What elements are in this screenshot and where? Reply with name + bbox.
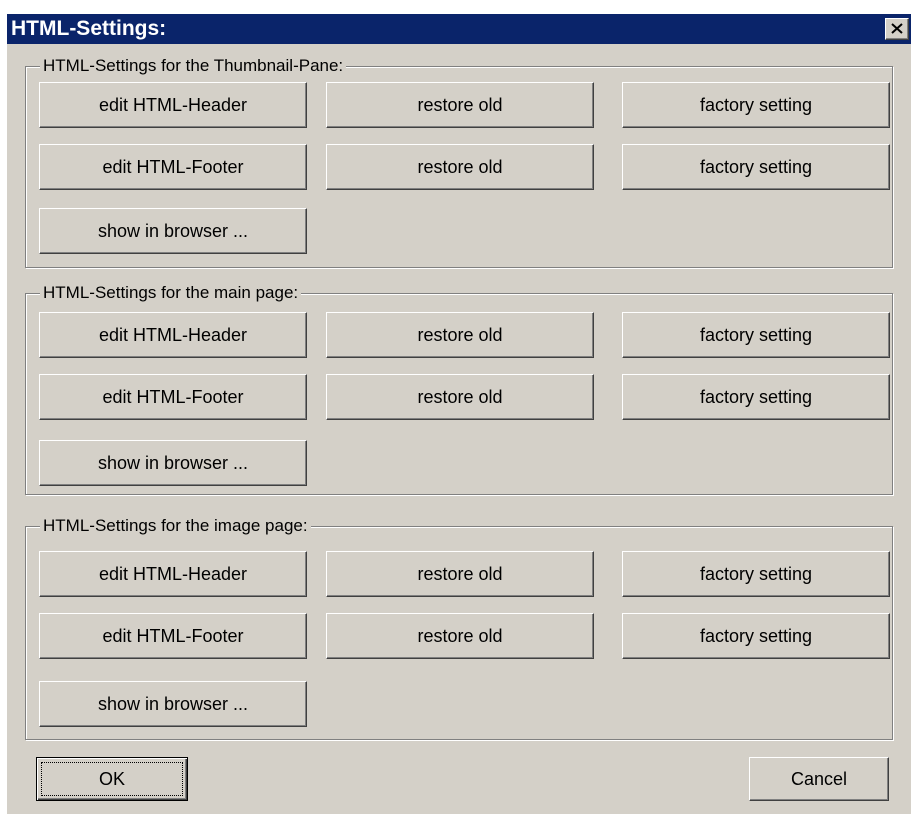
factory-footer-button[interactable]: factory setting: [622, 613, 890, 659]
show-in-browser-button[interactable]: show in browser ...: [39, 681, 307, 727]
group-thumbnail-pane: HTML-Settings for the Thumbnail-Pane: ed…: [25, 56, 893, 268]
button-label: restore old: [417, 563, 503, 584]
ok-button[interactable]: OK: [36, 757, 188, 801]
factory-header-button[interactable]: factory setting: [622, 312, 890, 358]
html-settings-dialog: HTML-Settings: HTML-Settings for the Thu…: [7, 14, 911, 814]
edit-header-button[interactable]: edit HTML-Header: [39, 312, 307, 358]
restore-footer-button[interactable]: restore old: [326, 613, 594, 659]
show-in-browser-button[interactable]: show in browser ...: [39, 440, 307, 486]
group-main-page: HTML-Settings for the main page: edit HT…: [25, 283, 893, 495]
button-label: edit HTML-Header: [98, 324, 248, 345]
restore-footer-button[interactable]: restore old: [326, 144, 594, 190]
button-label: restore old: [417, 156, 503, 177]
group-legend: HTML-Settings for the main page:: [40, 283, 302, 303]
button-label: factory setting: [699, 156, 813, 177]
button-label: show in browser ...: [97, 693, 249, 714]
group-image-page: HTML-Settings for the image page: edit H…: [25, 516, 893, 740]
edit-footer-button[interactable]: edit HTML-Footer: [39, 613, 307, 659]
close-button[interactable]: [885, 18, 909, 40]
button-label: edit HTML-Footer: [102, 625, 244, 646]
button-label: show in browser ...: [97, 452, 249, 473]
button-label: factory setting: [699, 563, 813, 584]
button-label: edit HTML-Footer: [102, 156, 244, 177]
restore-header-button[interactable]: restore old: [326, 82, 594, 128]
factory-footer-button[interactable]: factory setting: [622, 374, 890, 420]
group-legend: HTML-Settings for the Thumbnail-Pane:: [40, 56, 347, 76]
dialog-title: HTML-Settings:: [11, 17, 167, 40]
edit-header-button[interactable]: edit HTML-Header: [39, 551, 307, 597]
title-bar[interactable]: HTML-Settings:: [7, 14, 911, 44]
restore-header-button[interactable]: restore old: [326, 312, 594, 358]
restore-header-button[interactable]: restore old: [326, 551, 594, 597]
button-label: factory setting: [699, 324, 813, 345]
factory-footer-button[interactable]: factory setting: [622, 144, 890, 190]
button-label: factory setting: [699, 625, 813, 646]
button-label: edit HTML-Header: [98, 563, 248, 584]
button-label: restore old: [417, 324, 503, 345]
factory-header-button[interactable]: factory setting: [622, 551, 890, 597]
group-legend: HTML-Settings for the image page:: [40, 516, 311, 536]
edit-header-button[interactable]: edit HTML-Header: [39, 82, 307, 128]
factory-header-button[interactable]: factory setting: [622, 82, 890, 128]
button-label: edit HTML-Header: [98, 94, 248, 115]
button-label: Cancel: [790, 768, 848, 789]
button-label: edit HTML-Footer: [102, 386, 244, 407]
button-label: restore old: [417, 94, 503, 115]
button-label: factory setting: [699, 386, 813, 407]
edit-footer-button[interactable]: edit HTML-Footer: [39, 374, 307, 420]
restore-footer-button[interactable]: restore old: [326, 374, 594, 420]
button-label: factory setting: [699, 94, 813, 115]
edit-footer-button[interactable]: edit HTML-Footer: [39, 144, 307, 190]
button-label: show in browser ...: [97, 220, 249, 241]
cancel-button[interactable]: Cancel: [749, 757, 889, 801]
show-in-browser-button[interactable]: show in browser ...: [39, 208, 307, 254]
button-label: restore old: [417, 386, 503, 407]
close-icon: [891, 23, 903, 34]
button-label: restore old: [417, 625, 503, 646]
button-label: OK: [98, 768, 125, 789]
